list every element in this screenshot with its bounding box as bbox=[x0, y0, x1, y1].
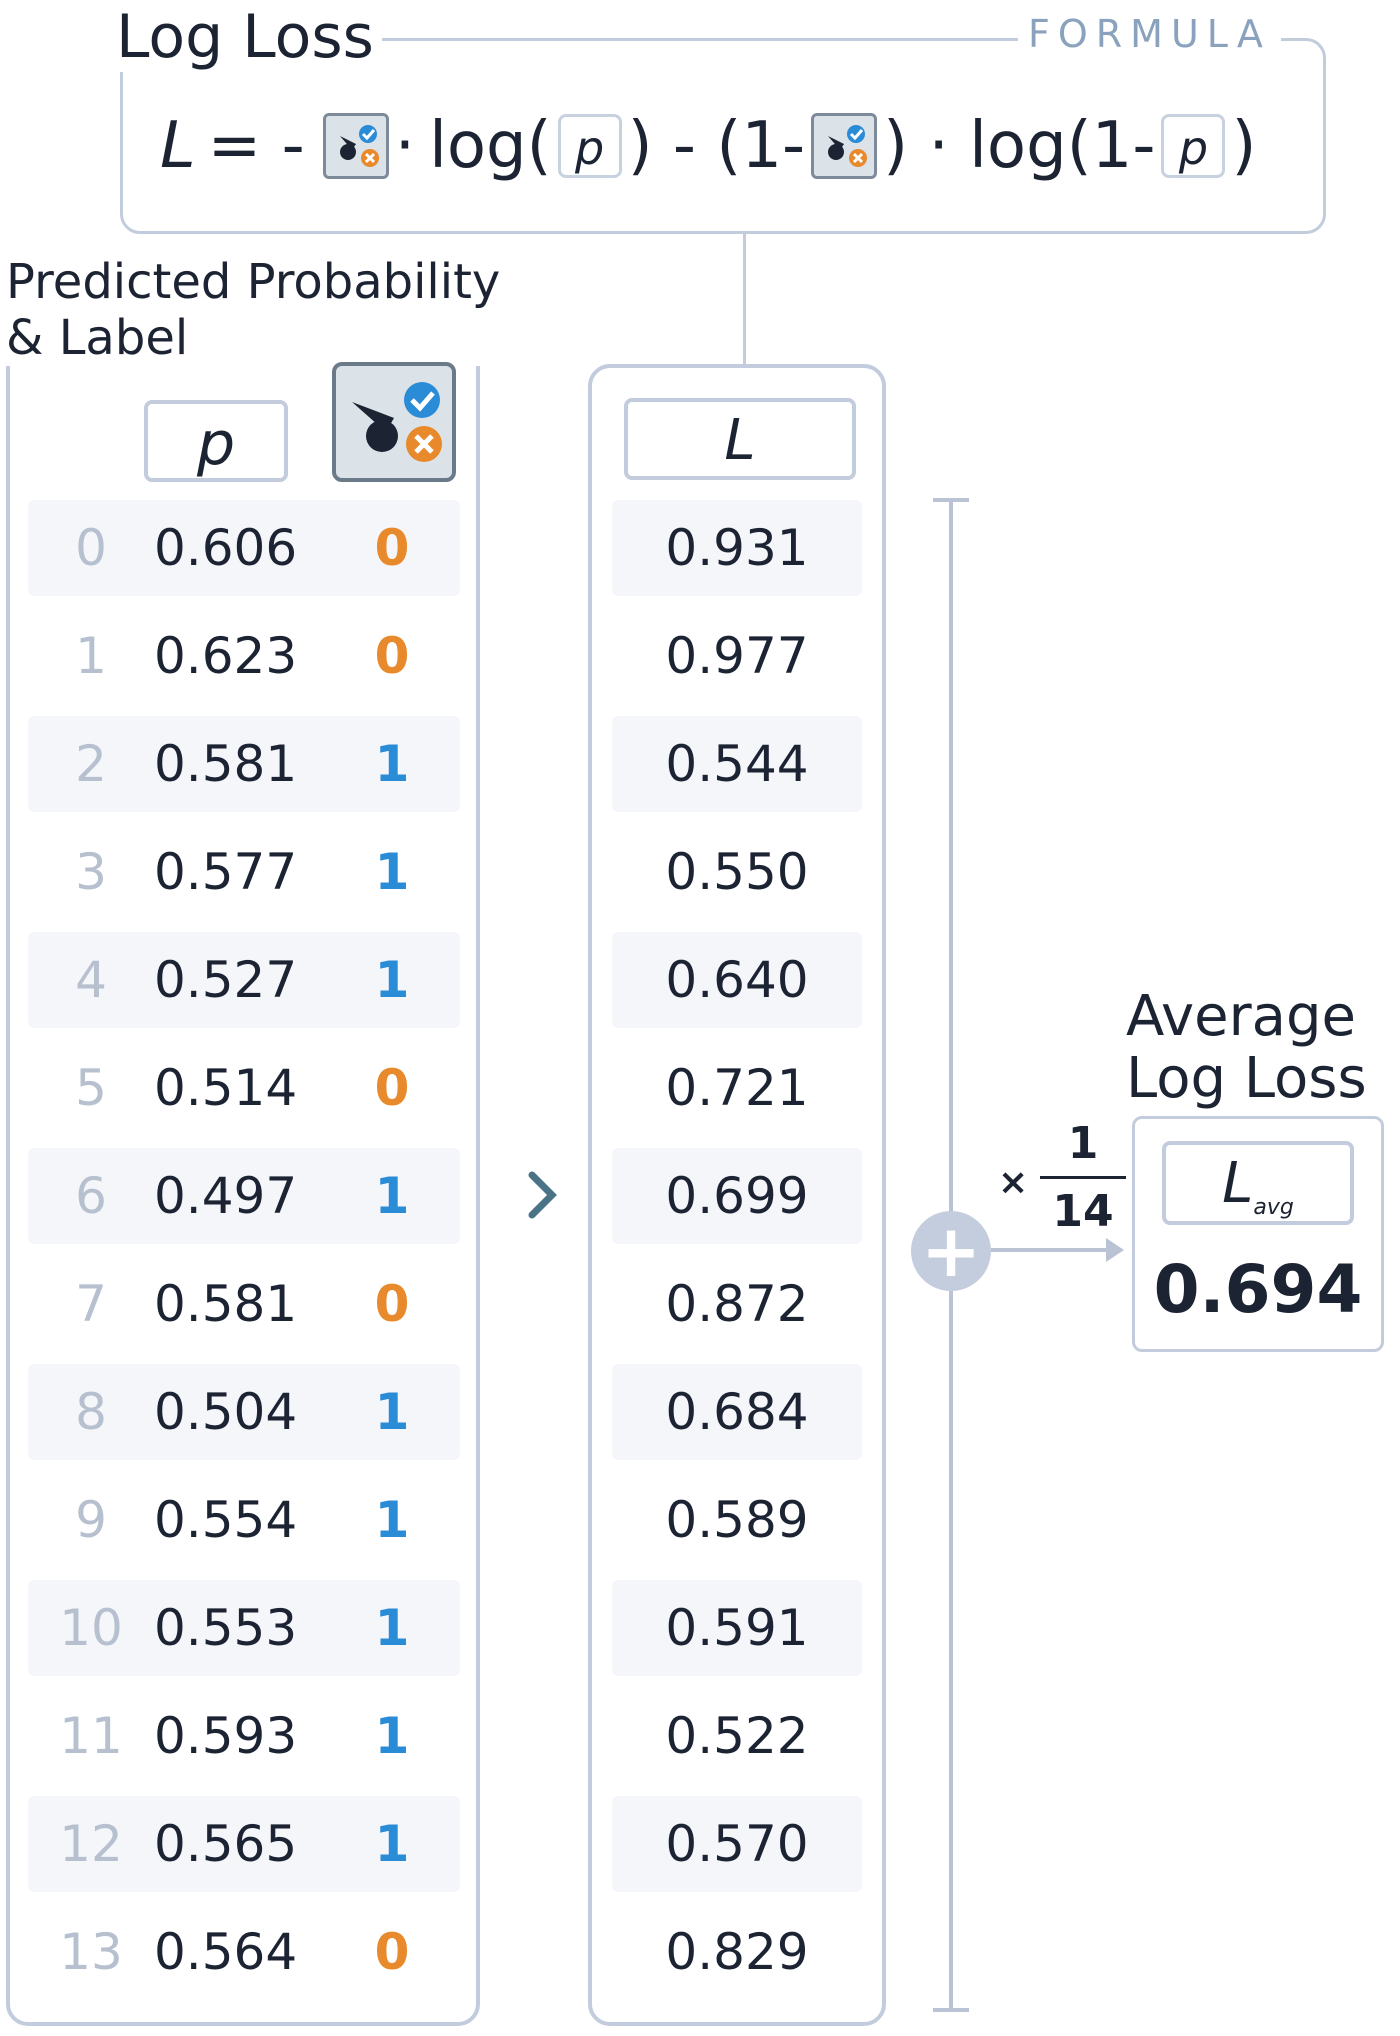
arrow-head-icon bbox=[1106, 1238, 1124, 1262]
true-label: 1 bbox=[374, 1815, 410, 1873]
average-title-line1: Average bbox=[1126, 984, 1356, 1049]
row-index: 3 bbox=[75, 843, 107, 901]
formula-p-chip: p bbox=[1161, 114, 1226, 178]
predicted-probability: 0.553 bbox=[154, 1599, 298, 1657]
loss-value: 0.589 bbox=[665, 1491, 809, 1549]
true-label: 1 bbox=[374, 843, 410, 901]
row-index: 7 bbox=[75, 1275, 107, 1333]
loss-value: 0.591 bbox=[665, 1599, 809, 1657]
loss-value: 0.977 bbox=[665, 627, 809, 685]
formula-log-open: log( bbox=[429, 109, 552, 183]
row-index: 13 bbox=[59, 1923, 123, 1981]
loss-value: 0.721 bbox=[665, 1059, 809, 1117]
plus-icon: + bbox=[911, 1211, 991, 1291]
row-index: 0 bbox=[75, 519, 107, 577]
row-index: 9 bbox=[75, 1491, 107, 1549]
row-index: 12 bbox=[59, 1815, 123, 1873]
row-index: 8 bbox=[75, 1383, 107, 1441]
arrow-line bbox=[991, 1248, 1109, 1252]
sum-bracket-top bbox=[933, 498, 969, 502]
true-label: 1 bbox=[374, 1707, 410, 1765]
formula-eq: = - bbox=[207, 109, 305, 183]
loss-value: 0.684 bbox=[665, 1383, 809, 1441]
golf-label-icon bbox=[352, 382, 442, 462]
average-header-main: L bbox=[1222, 1151, 1254, 1216]
label-icon bbox=[811, 113, 878, 179]
true-label: 1 bbox=[374, 951, 410, 1009]
average-header: Lavg bbox=[1162, 1141, 1354, 1225]
loss-value: 0.699 bbox=[665, 1167, 809, 1225]
loss-column-header: L bbox=[624, 398, 856, 480]
true-label: 1 bbox=[374, 1383, 410, 1441]
predicted-probability: 0.554 bbox=[154, 1491, 298, 1549]
row-index: 2 bbox=[75, 735, 107, 793]
formula-end: ) bbox=[1231, 109, 1257, 183]
loss-value: 0.544 bbox=[665, 735, 809, 793]
average-value: 0.694 bbox=[1153, 1251, 1363, 1328]
loss-value: 0.550 bbox=[665, 843, 809, 901]
predicted-probability: 0.577 bbox=[154, 843, 298, 901]
sum-bracket-bottom bbox=[933, 2008, 969, 2012]
predicted-probability: 0.565 bbox=[154, 1815, 298, 1873]
row-index: 10 bbox=[59, 1599, 123, 1657]
predicted-probability: 0.606 bbox=[154, 519, 298, 577]
loss-value: 0.522 bbox=[665, 1707, 809, 1765]
true-label: 1 bbox=[374, 1491, 410, 1549]
formula-p-chip: p bbox=[557, 114, 622, 178]
predicted-probability: 0.623 bbox=[154, 627, 298, 685]
label-icon bbox=[322, 113, 389, 179]
predicted-probability: 0.527 bbox=[154, 951, 298, 1009]
formula-connector bbox=[743, 232, 746, 380]
predicted-probability: 0.581 bbox=[154, 735, 298, 793]
input-title-line2: & Label bbox=[6, 310, 189, 366]
input-title-line1: Predicted Probability bbox=[6, 254, 501, 310]
formula-title: Log Loss bbox=[116, 2, 382, 72]
formula-dot: · bbox=[394, 109, 416, 183]
loss-value: 0.570 bbox=[665, 1815, 809, 1873]
true-label: 1 bbox=[374, 735, 410, 793]
true-label: 0 bbox=[374, 1923, 410, 1981]
true-label: 0 bbox=[374, 1059, 410, 1117]
label-column-header bbox=[332, 362, 456, 482]
predicted-probability: 0.581 bbox=[154, 1275, 298, 1333]
formula-mid: ) - (1- bbox=[627, 109, 806, 183]
predicted-probability: 0.564 bbox=[154, 1923, 298, 1981]
true-label: 0 bbox=[374, 519, 410, 577]
formula-expression: L = - · log( p ) - (1- ) · log(1- p ) bbox=[160, 96, 1256, 196]
fraction-numerator: 1 bbox=[1067, 1118, 1099, 1169]
loss-value: 0.872 bbox=[665, 1275, 809, 1333]
fraction-denominator: 14 bbox=[1052, 1186, 1114, 1237]
average-title-line2: Log Loss bbox=[1126, 1046, 1367, 1111]
formula-tag: FORMULA bbox=[1018, 6, 1281, 62]
average-header-sub: avg bbox=[1253, 1195, 1294, 1221]
true-label: 0 bbox=[374, 1275, 410, 1333]
average-title: Average Log Loss bbox=[1126, 986, 1376, 1110]
input-panel-title: Predicted Probability & Label bbox=[6, 254, 507, 366]
predicted-probability: 0.593 bbox=[154, 1707, 298, 1765]
chevron-right-icon bbox=[524, 1165, 564, 1240]
fraction-bar bbox=[1040, 1176, 1126, 1179]
row-index: 1 bbox=[75, 627, 107, 685]
loss-value: 0.640 bbox=[665, 951, 809, 1009]
true-label: 0 bbox=[374, 627, 410, 685]
predicted-probability: 0.504 bbox=[154, 1383, 298, 1441]
row-index: 11 bbox=[59, 1707, 123, 1765]
p-column-header: p bbox=[144, 400, 288, 482]
row-index: 5 bbox=[75, 1059, 107, 1117]
true-label: 1 bbox=[374, 1167, 410, 1225]
row-index: 4 bbox=[75, 951, 107, 1009]
formula-mid2: ) · log(1- bbox=[883, 109, 1156, 183]
predicted-probability: 0.497 bbox=[154, 1167, 298, 1225]
loss-value: 0.829 bbox=[665, 1923, 809, 1981]
times-sign: × bbox=[998, 1162, 1029, 1203]
row-index: 6 bbox=[75, 1167, 107, 1225]
loss-value: 0.931 bbox=[665, 519, 809, 577]
true-label: 1 bbox=[374, 1599, 410, 1657]
formula-lhs: L bbox=[160, 109, 196, 183]
predicted-probability: 0.514 bbox=[154, 1059, 298, 1117]
